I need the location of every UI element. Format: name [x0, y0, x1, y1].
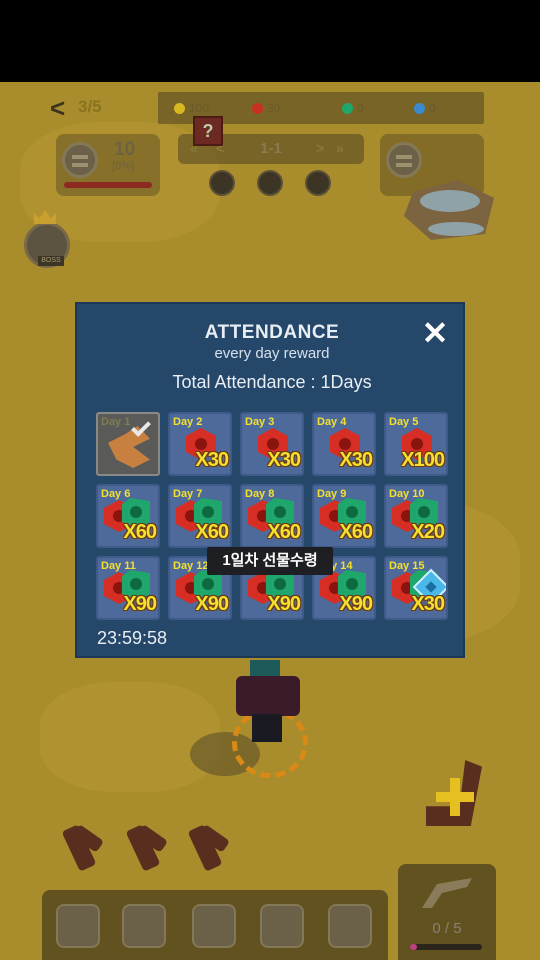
modal-title: ATTENDANCE: [204, 322, 340, 343]
reward-quantity: X90: [123, 593, 157, 615]
reward-quantity: X30: [411, 593, 445, 615]
reward-cell[interactable]: Day 5 X100: [384, 412, 448, 476]
reward-quantity: X90: [195, 593, 229, 615]
top-black-bar: [0, 0, 540, 82]
day-label: Day 9: [317, 488, 347, 500]
claimed-reward-icon: [108, 426, 150, 468]
day-label: Day 3: [245, 416, 275, 428]
day-label: Day 15: [389, 560, 425, 572]
reward-quantity: X30: [267, 449, 301, 471]
reward-cell[interactable]: Day 4 X30: [312, 412, 376, 476]
reward-cell[interactable]: Day 9 X60: [312, 484, 376, 548]
reward-cell[interactable]: Day 10 X20: [384, 484, 448, 548]
reward-quantity: X30: [195, 449, 229, 471]
reward-quantity: X100: [401, 449, 445, 471]
reward-cell[interactable]: Day 8 X60: [240, 484, 304, 548]
reward-grid: Day 1 Day 2 X30 Day 3 X30 Day 4 X30 Day 5 X100 Da…: [96, 412, 448, 620]
attendance-modal: ATTENDANCE every day reward Total Attend…: [75, 302, 465, 658]
day-label: Day 1: [101, 416, 131, 428]
day-label: Day 8: [245, 488, 275, 500]
day-label: Day 7: [173, 488, 203, 500]
reward-cell[interactable]: Day 2 X30: [168, 412, 232, 476]
close-button[interactable]: ✕: [421, 317, 449, 349]
reward-quantity: X20: [411, 521, 445, 543]
reward-quantity: X90: [267, 593, 301, 615]
reward-cell[interactable]: Day 7 X60: [168, 484, 232, 548]
countdown-timer: 23:59:58: [97, 628, 168, 648]
reward-cell[interactable]: Day 11 X90: [96, 556, 160, 620]
modal-subtitle: every day reward: [214, 345, 330, 362]
reward-cell[interactable]: Day 3 X30: [240, 412, 304, 476]
reward-cell[interactable]: Day 1: [96, 412, 160, 476]
day-label: Day 5: [389, 416, 419, 428]
day-label: Day 11: [101, 560, 136, 572]
day-label: Day 6: [101, 488, 131, 500]
day-label: Day 10: [389, 488, 425, 500]
reward-quantity: X60: [123, 521, 157, 543]
total-attendance: Total Attendance : 1Days: [172, 372, 372, 392]
reward-quantity: X30: [339, 449, 373, 471]
reward-cell[interactable]: Day 6 X60: [96, 484, 160, 548]
day-label: Day 2: [173, 416, 203, 428]
day-label: Day 12: [173, 560, 209, 572]
reward-quantity: X60: [267, 521, 301, 543]
reward-quantity: X90: [339, 593, 373, 615]
reward-quantity: X60: [195, 521, 229, 543]
day-label: Day 4: [317, 416, 347, 428]
reward-cell[interactable]: Day 15 X30: [384, 556, 448, 620]
reward-quantity: X60: [339, 521, 373, 543]
claim-tooltip: 1일차 선물수령: [207, 547, 333, 575]
